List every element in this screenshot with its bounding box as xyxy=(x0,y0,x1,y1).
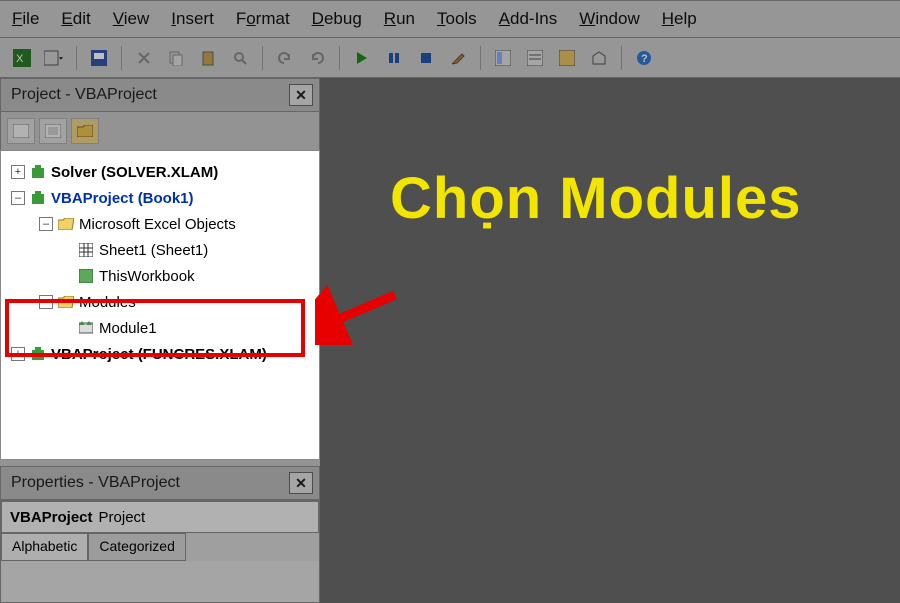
menu-window[interactable]: Window xyxy=(579,9,639,29)
undo-icon[interactable] xyxy=(273,46,297,70)
menu-insert[interactable]: Insert xyxy=(171,9,214,29)
copy-icon[interactable] xyxy=(164,46,188,70)
svg-text:X: X xyxy=(16,53,24,65)
tree-node-modules[interactable]: – Modules xyxy=(5,289,315,315)
project-explorer-toolbar xyxy=(0,112,320,150)
tree-node-excel-objects[interactable]: – Microsoft Excel Objects xyxy=(5,211,315,237)
menu-view[interactable]: View xyxy=(113,9,150,29)
properties-header: Properties - VBAProject ✕ xyxy=(0,466,320,500)
vba-project-icon xyxy=(29,189,47,207)
properties-body: VBAProject Project Alphabetic Categorize… xyxy=(0,500,320,603)
menu-edit[interactable]: Edit xyxy=(61,9,90,29)
expand-icon[interactable]: + xyxy=(11,347,25,361)
mdi-area xyxy=(320,78,900,603)
collapse-icon[interactable]: – xyxy=(39,295,53,309)
expand-icon[interactable]: + xyxy=(11,165,25,179)
tab-alphabetic[interactable]: Alphabetic xyxy=(1,533,88,561)
toolbox-icon[interactable] xyxy=(587,46,611,70)
annotation-text: Chọn Modules xyxy=(390,165,802,232)
menu-file[interactable]: File xyxy=(12,9,39,29)
vba-project-icon xyxy=(29,345,47,363)
menu-run[interactable]: Run xyxy=(384,9,415,29)
project-tree[interactable]: + Solver (SOLVER.XLAM) – VBAProject (Boo… xyxy=(0,150,320,460)
object-browser-icon[interactable] xyxy=(555,46,579,70)
left-panel: Project - VBAProject ✕ + Solver (SOLVER.… xyxy=(0,78,320,603)
menu-tools[interactable]: Tools xyxy=(437,9,477,29)
menu-format[interactable]: Format xyxy=(236,9,290,29)
tree-node-vbaproject-book1[interactable]: – VBAProject (Book1) xyxy=(5,185,315,211)
menu-bar: File Edit View Insert Format Debug Run T… xyxy=(0,0,900,38)
tab-categorized[interactable]: Categorized xyxy=(88,533,186,561)
help-icon[interactable]: ? xyxy=(632,46,656,70)
properties-object-selector[interactable]: VBAProject Project xyxy=(1,501,319,533)
project-explorer-icon[interactable] xyxy=(491,46,515,70)
folder-open-icon xyxy=(57,215,75,233)
break-icon[interactable] xyxy=(382,46,406,70)
collapse-icon[interactable]: – xyxy=(39,217,53,231)
tree-node-sheet1[interactable]: Sheet1 (Sheet1) xyxy=(5,237,315,263)
properties-icon[interactable] xyxy=(523,46,547,70)
svg-text:?: ? xyxy=(641,53,648,65)
run-icon[interactable] xyxy=(350,46,374,70)
toolbar: X ? xyxy=(0,38,900,78)
properties-title: Properties - VBAProject xyxy=(11,474,180,492)
properties-tabs: Alphabetic Categorized xyxy=(1,533,319,561)
reset-icon[interactable] xyxy=(414,46,438,70)
cut-icon[interactable] xyxy=(132,46,156,70)
toggle-folders-icon[interactable] xyxy=(71,118,99,144)
redo-icon[interactable] xyxy=(305,46,329,70)
excel-icon[interactable]: X xyxy=(10,46,34,70)
paste-icon[interactable] xyxy=(196,46,220,70)
tree-node-vbaproject-funcres[interactable]: + VBAProject (FUNCRES.XLAM) xyxy=(5,341,315,367)
tree-node-solver[interactable]: + Solver (SOLVER.XLAM) xyxy=(5,159,315,185)
workbook-icon xyxy=(77,267,95,285)
collapse-icon[interactable]: – xyxy=(11,191,25,205)
menu-addins[interactable]: Add-Ins xyxy=(499,9,558,29)
menu-debug[interactable]: Debug xyxy=(312,9,362,29)
design-mode-icon[interactable] xyxy=(446,46,470,70)
tree-node-module1[interactable]: Module1 xyxy=(5,315,315,341)
save-icon[interactable] xyxy=(87,46,111,70)
find-icon[interactable] xyxy=(228,46,252,70)
tree-node-thisworkbook[interactable]: ThisWorkbook xyxy=(5,263,315,289)
menu-help[interactable]: Help xyxy=(662,9,697,29)
annotation-arrow-icon xyxy=(315,285,405,345)
close-icon[interactable]: ✕ xyxy=(289,472,313,494)
view-code-icon[interactable] xyxy=(7,118,35,144)
vba-project-icon xyxy=(29,163,47,181)
project-explorer-header: Project - VBAProject ✕ xyxy=(0,78,320,112)
insert-module-dropdown-icon[interactable] xyxy=(42,46,66,70)
folder-open-icon xyxy=(57,293,75,311)
close-icon[interactable]: ✕ xyxy=(289,84,313,106)
worksheet-icon xyxy=(77,241,95,259)
project-explorer-title: Project - VBAProject xyxy=(11,86,157,104)
module-icon xyxy=(77,319,95,337)
view-object-icon[interactable] xyxy=(39,118,67,144)
